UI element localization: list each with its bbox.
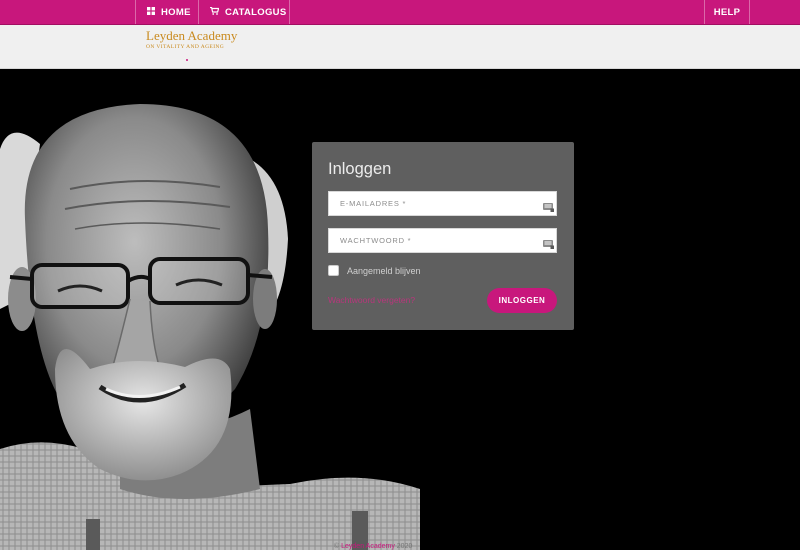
logo-title: Leyden Academy xyxy=(146,28,238,43)
logo[interactable]: Leyden Academy ON VITALITY AND AGEING xyxy=(146,28,238,61)
logo-bar: Leyden Academy ON VITALITY AND AGEING xyxy=(0,25,800,69)
footer-company-link[interactable]: Leyden Academy xyxy=(341,543,395,550)
logo-subtitle: ON VITALITY AND AGEING xyxy=(146,44,225,50)
logo-dot xyxy=(186,59,188,61)
footer-year: 2020 xyxy=(396,543,413,550)
password-input[interactable] xyxy=(329,229,534,252)
nav-catalogus-label: CATALOGUS xyxy=(225,6,287,18)
remember-me-checkbox[interactable] xyxy=(328,265,339,276)
cart-icon xyxy=(210,6,220,17)
remember-me-row: Aangemeld blijven xyxy=(328,265,421,276)
login-title: Inloggen xyxy=(328,160,392,178)
nav-home[interactable]: HOME xyxy=(135,0,199,24)
login-button[interactable]: INLOGGEN xyxy=(487,288,557,313)
forgot-password-link[interactable]: Wachtwoord vergeten? xyxy=(328,295,415,305)
top-nav: HOME CATALOGUS HELP xyxy=(0,0,800,25)
email-field[interactable] xyxy=(328,191,557,216)
copyright-symbol: © xyxy=(334,543,340,550)
nav-home-label: HOME xyxy=(161,6,191,18)
nav-catalogus[interactable]: CATALOGUS xyxy=(198,0,290,24)
remember-me-label[interactable]: Aangemeld blijven xyxy=(347,266,421,276)
keyboard-icon[interactable] xyxy=(543,236,554,249)
footer-copyright: © Leyden Academy 2020 xyxy=(334,543,412,550)
keyboard-icon[interactable] xyxy=(543,199,554,212)
password-field[interactable] xyxy=(328,228,557,253)
email-input[interactable] xyxy=(329,192,534,215)
grid-icon xyxy=(147,7,155,17)
nav-help[interactable]: HELP xyxy=(704,0,750,24)
nav-help-label: HELP xyxy=(713,6,741,18)
